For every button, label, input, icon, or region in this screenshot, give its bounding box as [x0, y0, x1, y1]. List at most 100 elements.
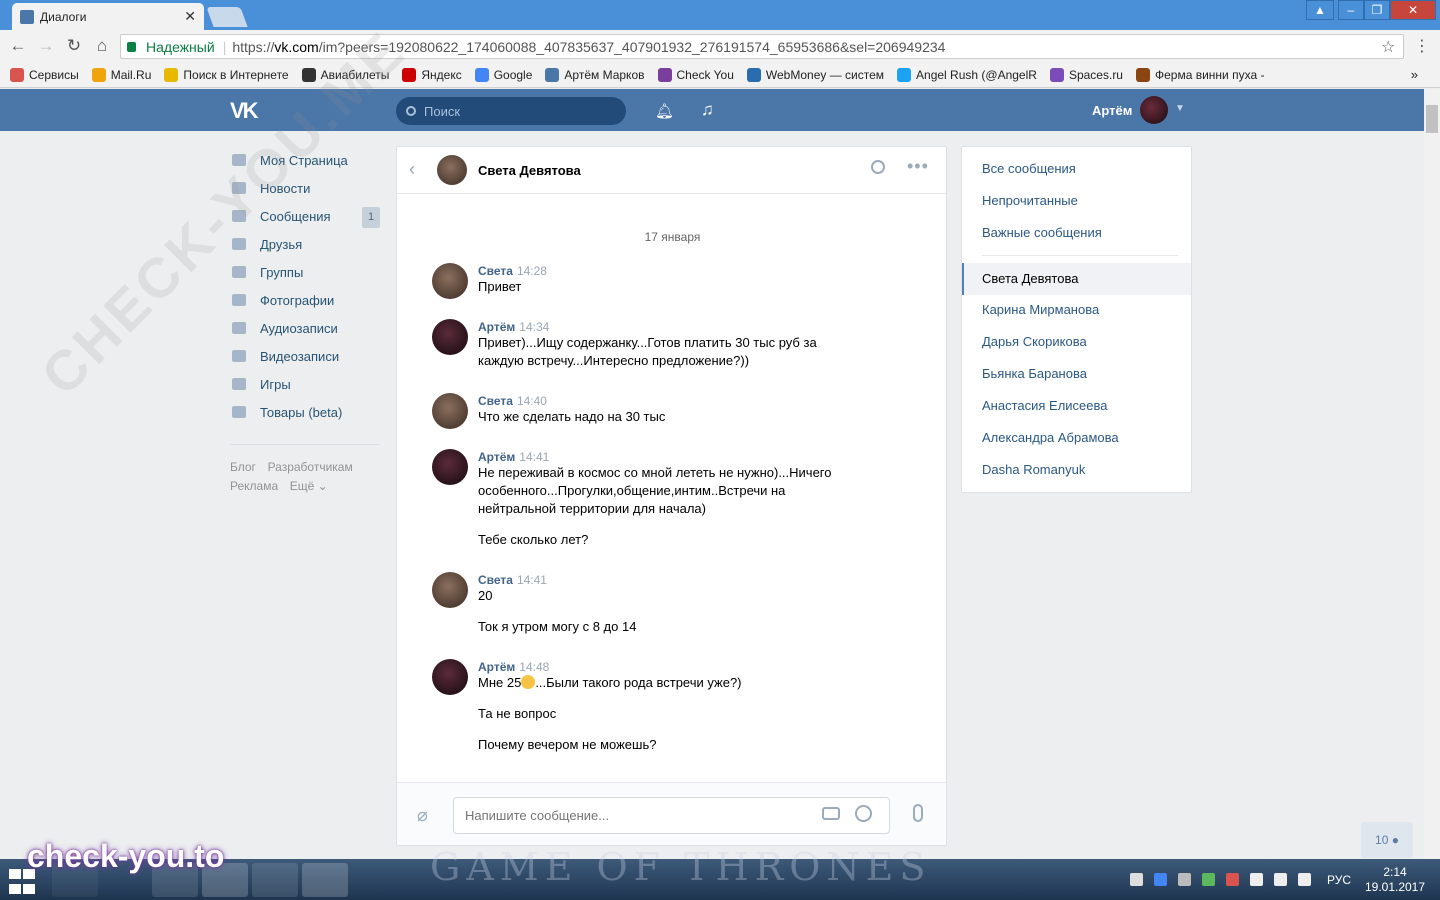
home-icon[interactable]: ⌂ [92, 36, 112, 56]
tray-icon[interactable] [1226, 873, 1239, 886]
sidebar-item[interactable]: Группы [230, 258, 380, 286]
dialog-search-icon[interactable] [871, 160, 885, 174]
dialog-item-active[interactable]: Света Девятова [962, 263, 1191, 295]
flag-icon[interactable] [1250, 873, 1263, 886]
message-text: Не переживай в космос со мной лететь не … [478, 465, 832, 480]
message-author[interactable]: Артём [478, 320, 515, 334]
online-friends-button[interactable]: 10 ● [1361, 822, 1413, 858]
header-user-name[interactable]: Артём [1092, 103, 1132, 118]
language-indicator[interactable]: РУС [1327, 873, 1351, 887]
page-scrollbar[interactable] [1424, 89, 1440, 859]
more-options-icon[interactable]: ••• [907, 156, 929, 177]
message-author[interactable]: Света [478, 264, 513, 278]
avatar[interactable] [432, 572, 468, 608]
browser-tab-active[interactable]: Диалоги ✕ [12, 3, 204, 30]
network-icon[interactable] [1274, 873, 1287, 886]
bookmark-item[interactable]: Сервисы [10, 67, 79, 82]
bookmark-item[interactable]: Angel Rush (@AngelR [897, 67, 1037, 82]
footer-link-more[interactable]: Ещё ⌄ [290, 477, 328, 496]
camera-icon[interactable] [822, 807, 840, 820]
browser-titlebar: Диалоги ✕ ▲ – ❐ ✕ [0, 0, 1440, 30]
bookmark-label: Ферма винни пуха - [1154, 67, 1265, 82]
new-tab-button[interactable] [206, 7, 248, 27]
close-window-button[interactable]: ✕ [1390, 0, 1436, 20]
avatar[interactable] [432, 659, 468, 695]
bookmark-item[interactable]: Артём Марков [545, 67, 645, 82]
taskbar-clock[interactable]: 2:14 19.01.2017 [1362, 865, 1428, 895]
maximize-button[interactable]: ❐ [1364, 0, 1390, 20]
dialog-item[interactable]: Dasha Romanyuk [982, 462, 1085, 477]
bookmark-item[interactable]: Google [474, 67, 532, 82]
bookmark-item[interactable]: Ферма винни пуха - [1135, 67, 1265, 82]
bookmark-item[interactable]: Поиск в Интернете [164, 67, 289, 82]
skype-icon[interactable] [252, 863, 298, 897]
groups-icon [232, 266, 246, 278]
bookmark-favicon-icon [91, 67, 106, 82]
footer-link-ads[interactable]: Реклама [230, 477, 278, 496]
bookmark-item[interactable]: Spaces.ru [1049, 67, 1123, 82]
steam-icon[interactable] [1178, 873, 1191, 886]
footer-link-blog[interactable]: Блог [230, 458, 256, 477]
avatar[interactable] [432, 319, 468, 355]
search-input[interactable]: Поиск [396, 97, 626, 125]
address-bar[interactable]: Надежный | https://vk.com/im?peers=19208… [120, 34, 1404, 59]
dialog-item[interactable]: Александра Абрамова [982, 430, 1119, 445]
emoji-icon[interactable] [855, 805, 872, 822]
scrollbar-thumb[interactable] [1426, 105, 1438, 133]
profile-icon[interactable]: ▲ [1306, 0, 1334, 20]
market-icon [232, 406, 246, 418]
browser-menu-icon[interactable]: ⋮ [1412, 36, 1432, 56]
avatar[interactable] [1140, 96, 1168, 124]
sidebar-item-label: Группы [260, 264, 304, 280]
sidebar-item[interactable]: Фотографии [230, 286, 380, 314]
bookmarks-overflow-icon[interactable]: » [1411, 67, 1418, 82]
message-text-part: Мне 25 [478, 675, 522, 690]
footer-link-developers[interactable]: Разработчикам [268, 458, 353, 477]
bookmark-item[interactable]: Check You [657, 67, 734, 82]
sidebar-item[interactable]: Видеозаписи [230, 342, 380, 370]
sidebar-item[interactable]: Игры [230, 370, 380, 398]
back-chevron-icon[interactable]: ‹ [409, 159, 415, 180]
dialog-item[interactable]: Анастасия Елисеева [982, 398, 1108, 413]
tray-icon[interactable] [1202, 873, 1215, 886]
avatar[interactable] [432, 393, 468, 429]
message-author[interactable]: Артём [478, 660, 515, 674]
paperclip-icon[interactable]: ⌀ [417, 805, 428, 826]
contact-avatar[interactable] [437, 155, 467, 185]
chevron-down-icon[interactable]: ▼ [1175, 103, 1185, 114]
filter-all-messages[interactable]: Все сообщения [982, 161, 1076, 176]
contact-name[interactable]: Света Девятова [478, 163, 581, 178]
tray-icon[interactable] [1154, 873, 1167, 886]
bookmark-star-icon[interactable]: ☆ [1381, 37, 1403, 57]
dialog-item[interactable]: Бьянка Баранова [982, 366, 1087, 381]
dialog-item[interactable]: Карина Мирманова [982, 302, 1099, 317]
sidebar-item[interactable]: Аудиозаписи [230, 314, 380, 342]
avatar[interactable] [432, 449, 468, 485]
forward-arrow-icon[interactable]: → [36, 36, 56, 56]
bookmark-item[interactable]: WebMoney — систем [746, 67, 884, 82]
filter-unread[interactable]: Непрочитанные [982, 193, 1078, 208]
message-author[interactable]: Света [478, 573, 513, 587]
sidebar-item[interactable]: Друзья [230, 230, 380, 258]
bookmark-item[interactable]: Mail.Ru [91, 67, 151, 82]
notepad-icon[interactable] [302, 863, 348, 897]
microphone-icon[interactable] [913, 804, 923, 822]
minimize-button[interactable]: – [1338, 0, 1364, 20]
message-author[interactable]: Света [478, 394, 513, 408]
reload-icon[interactable]: ↻ [64, 36, 84, 56]
dialog-item[interactable]: Дарья Скорикова [982, 334, 1087, 349]
bell-icon[interactable]: 🔔︎ [655, 102, 674, 120]
music-note-icon[interactable]: ♫ [701, 100, 717, 119]
vk-logo[interactable]: VK [230, 98, 266, 123]
sidebar-item[interactable]: Товары (beta) [230, 398, 380, 426]
message-author[interactable]: Артём [478, 450, 515, 464]
back-arrow-icon[interactable]: ← [8, 36, 28, 56]
avatar[interactable] [432, 263, 468, 299]
sidebar-divider [982, 255, 1178, 256]
lock-icon [127, 41, 136, 52]
volume-icon[interactable] [1298, 873, 1311, 886]
filter-important[interactable]: Важные сообщения [982, 225, 1102, 240]
tab-close-icon[interactable]: ✕ [184, 8, 196, 25]
tray-icon[interactable] [1130, 873, 1143, 886]
message-time: 14:34 [519, 320, 550, 334]
